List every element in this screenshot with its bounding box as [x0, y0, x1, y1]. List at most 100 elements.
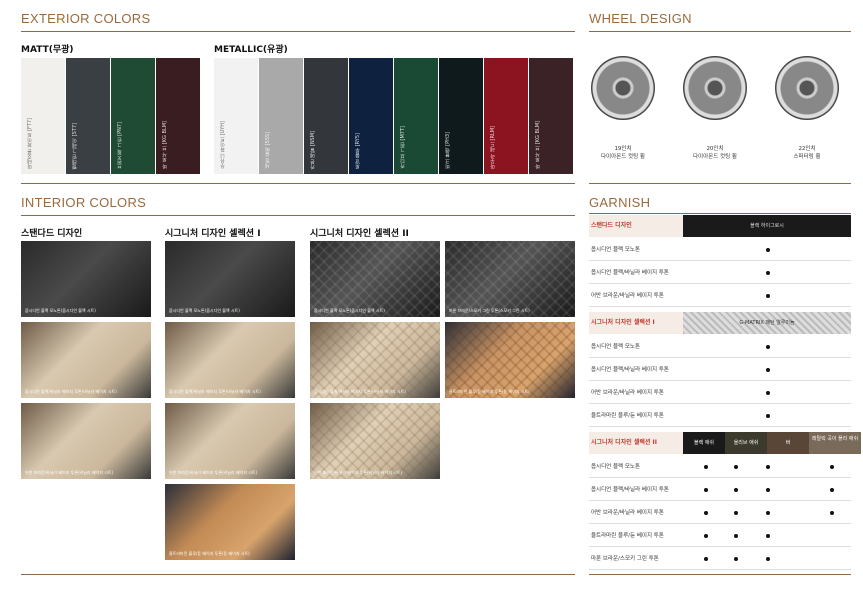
color-swatch[interactable]: 카디프 그린 [M7T]: [394, 58, 438, 174]
interior-photo[interactable]: 옵시디언 블랙/바닐라 베이지 투톤(바닐라 베이지 시트): [21, 322, 151, 398]
garnish-dot: [704, 511, 708, 515]
wheel-caption: 20인치다이아몬드 컷팅 휠: [675, 145, 755, 161]
garnish-dot: [704, 488, 708, 492]
color-swatch-label: 바 로샤 브 [KG BLM]: [162, 121, 168, 169]
garnish-group-label: 시그니처 디자인 셀렉션 I: [591, 319, 655, 326]
garnish-dot: [734, 465, 738, 469]
interior-photo[interactable]: 어반 브라운/바닐라 베이지 투톤(바닐라 베이지 시트): [165, 403, 295, 479]
garnish-row: 옵시디언 블랙/바닐라 베이지 투톤: [589, 359, 851, 381]
interior-caption: 옵시디언 블랙 모노톤(옵시디언 블랙 시트): [25, 308, 96, 313]
interior-photo[interactable]: 옵시디언 블랙/바닐라 베이지 투톤(바닐라 베이지 시트): [165, 322, 295, 398]
garnish-row: 옵시디언 블랙 모노톤: [589, 336, 851, 358]
garnish-group-label: 스탠다드 디자인: [591, 222, 632, 229]
garnish-dot: [734, 488, 738, 492]
wheel-bottom-rule: [589, 183, 851, 184]
interior-photo[interactable]: 옵시디언 블랙 모노톤(옵시디언 블랙 시트): [310, 241, 440, 317]
color-swatch-label: 펠레린 그레이 [ST7]: [72, 122, 78, 170]
interior-column-heading: 시그니처 디자인 셀렉션 I: [165, 229, 261, 239]
interior-caption: 어반 브라운/바닐라 베이지 투톤(바닐라 베이지 시트): [314, 470, 403, 475]
garnish-row: 옵시디언 블랙/바닐라 베이지 투톤: [589, 479, 851, 501]
color-swatch-label: 카본 메탈 [NSM]: [310, 130, 316, 169]
interior-caption: 마룬 브라운/스모키 그린 투톤(스모키 그린 시트): [449, 308, 530, 313]
garnish-row: 어반 브라운/바닐라 베이지 투톤: [589, 285, 851, 307]
interior-photo[interactable]: 어반 브라운/바닐라 베이지 투톤(바닐라 베이지 시트): [310, 403, 440, 479]
exterior-rule: [21, 31, 575, 32]
garnish-dot: [766, 345, 770, 349]
wheel-image[interactable]: [591, 56, 655, 120]
interior-photo[interactable]: 옵시디언 블랙 모노톤(옵시디언 블랙 시트): [21, 241, 151, 317]
garnish-dot: [766, 391, 770, 395]
wheel-rule: [589, 31, 851, 32]
color-swatch[interactable]: 마테호른 화이트 [FT7]: [21, 58, 65, 174]
color-swatch[interactable]: 우유니 화이트 [UYH]: [214, 58, 258, 174]
garnish-bottom-rule: [589, 574, 851, 575]
wheel-size: 22인치: [798, 146, 816, 152]
garnish-row: 옵시디언 블랙/바닐라 베이지 투톤: [589, 262, 851, 284]
garnish-dot: [734, 557, 738, 561]
color-swatch[interactable]: 비크 블랙 [PH3]: [439, 58, 483, 174]
garnish-group-header: 시그니처 디자인 셀렉션 II 블랙 애쉬 올리브 애쉬 버 레탈릭 곡이 플리 애쉬: [589, 432, 861, 454]
garnish-dot: [766, 294, 770, 298]
garnish-dot: [766, 465, 770, 469]
interior-photo[interactable]: 마룬 브라운/스모키 그린 투톤(스모키 그린 시트): [445, 241, 575, 317]
color-swatch-label: 비크 블랙 [PH3]: [445, 131, 451, 169]
exterior-colors-title: EXTERIOR COLORS: [21, 11, 151, 26]
color-swatch-label: 바 로샤 브 [KG BLM]: [535, 121, 541, 169]
garnish-dot: [766, 511, 770, 515]
interior-caption: 어반 브라운/바닐라 베이지 투톤(바닐라 베이지 시트): [25, 470, 114, 475]
garnish-row: 어반 브라운/바닐라 베이지 투톤: [589, 382, 851, 404]
interior-photo[interactable]: 옵시디언 블랙 모노톤(옵시디언 블랙 시트): [165, 241, 295, 317]
interior-caption: 옵시디언 블랙 모노톤(옵시디언 블랙 시트): [169, 308, 240, 313]
garnish-group-header: 스탠다드 디자인 블랙 하이그로시: [589, 215, 851, 237]
garnish-dot: [830, 488, 834, 492]
garnish-row: 어반 브라운/바닐라 베이지 투톤: [589, 502, 851, 524]
color-swatch[interactable]: 펠레린 그레이 [ST7]: [66, 58, 110, 174]
color-swatch-label: 로얄 블루 [RY5]: [355, 132, 361, 169]
garnish-group-header: 시그니처 디자인 셀렉션 I G-MATRIX 패턴 알루미늄: [589, 312, 851, 334]
color-swatch[interactable]: 바 로샤 브 [KG BLM]: [529, 58, 573, 174]
matt-label: MATT(무광): [21, 45, 74, 55]
interior-caption: 옵시디언 블랙/바닐라 베이지 투톤(바닐라 베이지 시트): [25, 389, 117, 394]
garnish-tile: 올리브 애쉬: [725, 432, 767, 454]
garnish-dot: [704, 465, 708, 469]
interior-caption: 어반 브라운/바닐라 베이지 투톤(바닐라 베이지 시트): [169, 470, 258, 475]
color-swatch[interactable]: 카본 메탈 [NSM]: [304, 58, 348, 174]
garnish-tile: 버: [767, 432, 809, 454]
interior-photo[interactable]: 어반 브라운/바닐라 베이지 투톤(바닐라 베이지 시트): [21, 403, 151, 479]
color-swatch[interactable]: 바 로샤 브 [KG BLM]: [156, 58, 200, 174]
wheel-name: 다이아몬드 컷팅 휠: [693, 154, 737, 160]
interior-photo[interactable]: 울트라마린 블루/듄 베이지 투톤(듄 베이지 시트): [445, 322, 575, 398]
garnish-row: 옵시디언 블랙 모노톤: [589, 456, 851, 478]
garnish-rule: [589, 213, 851, 214]
wheel-size: 20인치: [706, 146, 724, 152]
garnish-dot: [766, 271, 770, 275]
garnish-dot: [704, 557, 708, 561]
color-swatch[interactable]: 브런즈윅 그린 [PN7]: [111, 58, 155, 174]
wheel-size: 19인치: [614, 146, 632, 152]
wheel-design-title: WHEEL DESIGN: [589, 11, 692, 26]
garnish-dot: [766, 414, 770, 418]
wheel-caption: 19인치 다이아몬드 컷팅 휠: [583, 145, 663, 161]
garnish-dot: [766, 488, 770, 492]
interior-rule: [21, 215, 575, 216]
interior-photo[interactable]: 울트라마린 블루/듄 베이지 투톤(듄 베이지 시트): [165, 484, 295, 560]
garnish-dot: [766, 534, 770, 538]
garnish-dot: [734, 534, 738, 538]
color-swatch[interactable]: 마우라 레드 [RLM]: [484, 58, 528, 174]
garnish-dot: [766, 368, 770, 372]
color-swatch-label: 우유니 화이트 [UYH]: [220, 121, 226, 169]
exterior-bottom-rule: [21, 183, 575, 184]
wheel-name: 스퍼터링 휠: [793, 154, 821, 160]
garnish-dot: [734, 511, 738, 515]
garnish-dot: [830, 465, 834, 469]
interior-column-heading: 시그니처 디자인 셀렉션 II: [310, 229, 409, 239]
garnish-tile: 블랙 애쉬: [683, 432, 725, 454]
wheel-image[interactable]: [775, 56, 839, 120]
wheel-image[interactable]: [683, 56, 747, 120]
garnish-dot: [830, 511, 834, 515]
garnish-dot: [766, 557, 770, 561]
garnish-row: 마룬 브라운/스모키 그린 투톤: [589, 548, 851, 570]
color-swatch[interactable]: 세빌 실버 [SSS]: [259, 58, 303, 174]
color-swatch[interactable]: 로얄 블루 [RY5]: [349, 58, 393, 174]
interior-photo[interactable]: 옵시디언 블랙/바닐라 베이지 투톤(바닐라 베이지 시트): [310, 322, 440, 398]
